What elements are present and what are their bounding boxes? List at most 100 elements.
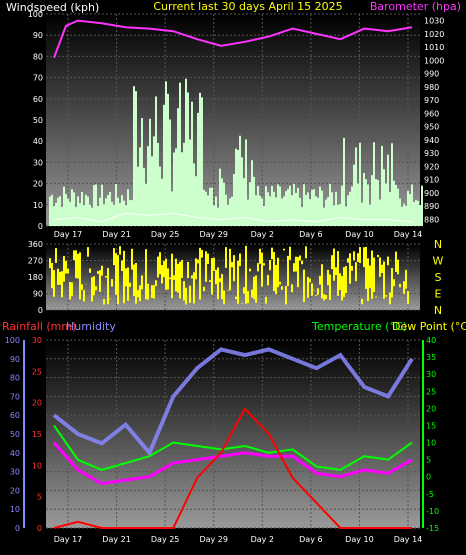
gust-bar [149,118,151,226]
rain-tick-label: 30 [32,336,42,345]
gust-bar [379,199,381,226]
wind-axis-label: Windspeed (kph) [6,1,99,14]
x-tick-label: Day 10 [345,535,374,544]
humidity-tick-label: 10 [10,505,20,514]
gust-bar [215,196,217,226]
gust-bar [349,191,351,226]
direction-tick-label: 360 [28,240,43,249]
gust-bar [335,191,337,226]
baro-tick-label: 1000 [424,56,444,65]
baro-tick-label: 1030 [424,17,444,26]
gust-bar [407,190,409,226]
gust-bar [229,198,231,226]
baro-tick-label: 920 [424,162,439,171]
gust-bar [131,200,133,226]
direction-tick-label: 270 [28,257,43,266]
gust-bar [235,148,237,226]
wind-tick-label: 0 [38,222,43,231]
gust-bar [113,204,115,226]
gust-bar [105,198,107,226]
wind-tick-label: 60 [33,95,43,104]
baro-tick-label: 1010 [424,43,444,52]
gust-bar [63,186,65,226]
gust-bar [245,139,247,226]
gust-bar [381,145,383,226]
gust-bar [333,205,335,226]
gust-bar [355,147,357,226]
direction-tick-label: 90 [33,290,43,299]
humidity-tick-label: 60 [10,411,20,420]
gust-bar [353,164,355,226]
gust-bar [311,189,313,226]
gust-bar [103,204,105,226]
gust-bar [263,205,265,226]
gust-bar [187,92,189,226]
temperature-tick-label: -15 [426,524,439,533]
gust-bar [415,200,417,226]
gust-bar [125,205,127,226]
gust-bar [91,207,93,226]
gust-bar [339,203,341,226]
gust-bar [301,207,303,226]
gust-bar [141,118,143,226]
gust-bar [279,186,281,226]
rain-tick-label: 20 [32,399,42,408]
gust-bar [237,149,239,226]
temperature-tick-label: -5 [426,490,434,499]
temperature-tick-label: -10 [426,507,439,516]
gust-bar [221,178,223,226]
gust-bar [337,204,339,226]
gust-bar [255,195,257,226]
gust-bar [239,135,241,226]
gust-bar [155,96,157,227]
gust-bar [145,183,147,226]
gust-bar [157,142,159,226]
wind-tick-label: 80 [33,52,43,61]
baro-tick-label: 1020 [424,30,444,39]
gust-bar [283,196,285,226]
x-tick-label: Day 29 [199,535,228,544]
baro-tick-label: 890 [424,202,439,211]
gust-bar [309,199,311,226]
humidity-tick-label: 100 [5,336,20,345]
gust-bar [411,184,413,226]
humidity-label: Humidity [66,320,116,333]
direction-tick-label: 0 [38,306,43,315]
gust-bar [153,136,155,226]
gust-bar [83,205,85,226]
gust-bar [183,142,185,226]
temperature-tick-label: 5 [426,456,431,465]
baro-tick-label: 910 [424,176,439,185]
gust-bar [75,207,77,226]
gust-bar [129,200,131,226]
wind-tick-label: 40 [33,137,43,146]
gust-bar [135,91,137,226]
baro-tick-label: 900 [424,189,439,198]
temperature-tick-label: 10 [426,439,436,448]
gust-bar [319,186,321,226]
temperature-tick-label: 20 [426,404,436,413]
gust-bar [211,187,213,226]
rain-tick-label: 0 [37,524,42,533]
gust-bar [207,195,209,226]
gust-bar [59,196,61,226]
gust-bar [173,152,175,226]
gust-bar [147,146,149,226]
gust-bar [115,183,117,226]
gust-bar [217,207,219,226]
temperature-tick-label: 15 [426,421,436,430]
gust-bar [95,184,97,226]
gust-bar [165,81,167,226]
gust-bar [159,166,161,226]
baro-tick-label: 980 [424,83,439,92]
baro-tick-label: 990 [424,70,439,79]
baro-tick-label: 970 [424,96,439,105]
direction-tick-label: 180 [28,273,43,282]
baro-tick-label: 940 [424,136,439,145]
gust-bar [373,142,375,226]
gust-bar [117,197,119,226]
humidity-tick-label: 50 [10,430,20,439]
gust-bar [179,82,181,227]
gust-bar [393,180,395,226]
x-tick-label: Day 6 [299,230,322,239]
